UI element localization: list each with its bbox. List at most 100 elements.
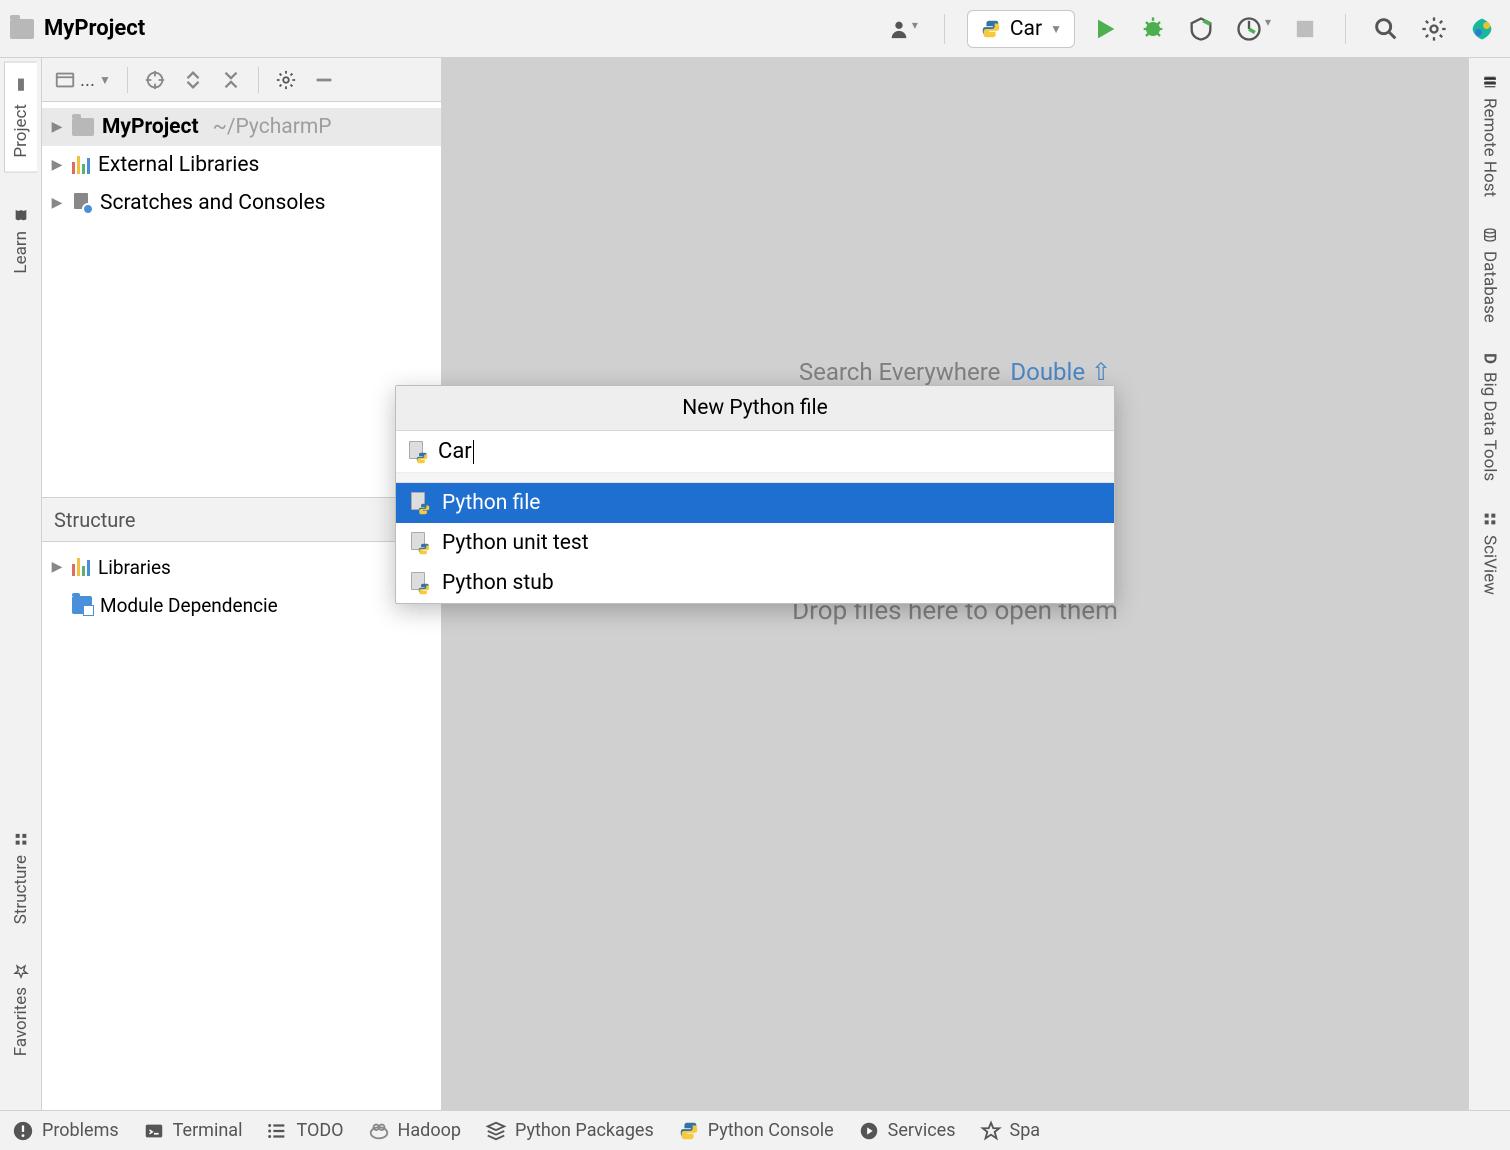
project-tab-label: Project: [11, 104, 31, 158]
profile-button[interactable]: ▾: [1231, 11, 1275, 47]
sciview-label: SciView: [1480, 535, 1500, 595]
python-file-icon: [408, 492, 430, 514]
tab-database[interactable]: Database: [1476, 221, 1504, 329]
tab-project[interactable]: Project ▮: [4, 62, 37, 173]
services-icon: [858, 1120, 880, 1142]
tab-todo[interactable]: TODO: [266, 1120, 343, 1142]
tree-root-item[interactable]: ▶ MyProject ~/PycharmP: [42, 108, 441, 146]
tree-scratches[interactable]: ▶ Scratches and Consoles: [42, 184, 441, 222]
dialog-option-python-stub[interactable]: Python stub: [396, 563, 1114, 603]
jetbrains-toolbox-button[interactable]: [1464, 11, 1500, 47]
right-tool-gutter: Remote Host Database D Big Data Tools Sc…: [1468, 58, 1510, 1110]
python-file-icon: [408, 572, 430, 594]
libraries-icon: [72, 558, 90, 576]
project-tree[interactable]: ▶ MyProject ~/PycharmP ▶ External Librar…: [42, 102, 441, 497]
module-icon: [72, 596, 92, 614]
dialog-title: New Python file: [396, 386, 1114, 431]
debug-button[interactable]: [1135, 11, 1171, 47]
python-file-icon: [406, 441, 428, 463]
with-me-button[interactable]: ▾: [884, 14, 922, 44]
structure-tree[interactable]: ▶ Libraries Module Dependencie: [42, 542, 441, 630]
tab-python-packages[interactable]: Python Packages: [485, 1120, 654, 1142]
hadoop-icon: [368, 1120, 390, 1142]
terminal-icon: [143, 1120, 165, 1142]
tab-terminal[interactable]: Terminal: [143, 1120, 243, 1142]
select-opened-file-button[interactable]: [140, 65, 170, 95]
big-data-prefix-icon: D: [1480, 353, 1500, 364]
packages-icon: [485, 1120, 507, 1142]
python-icon: [678, 1120, 700, 1142]
tab-python-console[interactable]: Python Console: [678, 1120, 834, 1142]
python-console-label: Python Console: [708, 1120, 834, 1141]
chevron-right-icon[interactable]: ▶: [50, 157, 64, 173]
list-icon: [266, 1120, 288, 1142]
chevron-right-icon[interactable]: ▶: [50, 119, 64, 135]
tab-hadoop[interactable]: Hadoop: [368, 1120, 461, 1142]
tab-problems[interactable]: Problems: [12, 1120, 119, 1142]
dialog-option-label: Python unit test: [442, 531, 589, 555]
tree-item-label: External Libraries: [98, 153, 259, 177]
remote-host-label: Remote Host: [1480, 98, 1500, 197]
run-config-selector[interactable]: Car ▼: [967, 10, 1075, 48]
structure-panel: Structure ▶ Libraries Module Dependencie: [42, 497, 441, 630]
hadoop-label: Hadoop: [398, 1120, 461, 1141]
structure-module-deps-item[interactable]: Module Dependencie: [42, 586, 441, 624]
text-caret: [473, 440, 474, 464]
folder-icon: [72, 118, 94, 136]
libraries-icon: [72, 156, 90, 174]
problems-icon: [12, 1120, 34, 1142]
search-everywhere-hint: Search Everywhere Double ⇧: [799, 358, 1111, 386]
project-view-selector[interactable]: ... ▼: [50, 64, 115, 95]
tab-learn[interactable]: Learn: [5, 193, 37, 288]
search-everywhere-button[interactable]: [1368, 11, 1404, 47]
structure-libraries-item[interactable]: ▶ Libraries: [42, 548, 441, 586]
learn-tab-label: Learn: [11, 231, 31, 274]
collapse-all-button[interactable]: [216, 65, 246, 95]
run-button[interactable]: [1087, 11, 1123, 47]
problems-label: Problems: [42, 1120, 119, 1141]
tab-remote-host[interactable]: Remote Host: [1476, 68, 1504, 203]
tab-sciview[interactable]: SciView: [1476, 505, 1504, 601]
spark-label: Spa: [1010, 1120, 1041, 1141]
chevron-right-icon[interactable]: ▶: [50, 195, 64, 211]
tree-external-libraries[interactable]: ▶ External Libraries: [42, 146, 441, 184]
dialog-option-label: Python stub: [442, 571, 554, 595]
breadcrumb-project[interactable]: MyProject: [44, 16, 145, 41]
tree-root-label: MyProject: [102, 115, 199, 139]
dialog-option-python-file[interactable]: Python file: [396, 483, 1114, 523]
structure-item-label: Libraries: [98, 556, 171, 579]
project-folder-icon: [10, 19, 34, 39]
hint-label: Search Everywhere: [799, 358, 1001, 386]
stop-button[interactable]: [1287, 11, 1323, 47]
dialog-option-python-unit-test[interactable]: Python unit test: [396, 523, 1114, 563]
python-file-icon: [408, 532, 430, 554]
tab-spark[interactable]: Spa: [980, 1120, 1041, 1142]
tab-services[interactable]: Services: [858, 1120, 956, 1142]
left-tool-gutter: Project ▮ Learn Structure Favorites: [0, 58, 42, 1110]
editor-area[interactable]: Search Everywhere Double ⇧ Drop files he…: [442, 58, 1468, 1110]
dialog-option-label: Python file: [442, 491, 540, 515]
chevron-right-icon[interactable]: ▶: [50, 559, 64, 575]
coverage-button[interactable]: [1183, 11, 1219, 47]
hide-panel-button[interactable]: [309, 65, 339, 95]
database-label: Database: [1480, 251, 1500, 323]
structure-tab-label: Structure: [11, 855, 31, 924]
run-config-label: Car: [1010, 17, 1042, 41]
scratches-icon: [72, 193, 92, 213]
panel-settings-button[interactable]: [271, 65, 301, 95]
expand-all-button[interactable]: [178, 65, 208, 95]
structure-icon: [13, 831, 29, 847]
tab-favorites[interactable]: Favorites: [5, 949, 37, 1070]
favorites-tab-label: Favorites: [11, 987, 31, 1056]
tab-structure[interactable]: Structure: [5, 817, 37, 938]
book-icon: [13, 207, 29, 223]
structure-item-label: Module Dependencie: [100, 594, 278, 617]
bottom-toolbar: Problems Terminal TODO Hadoop Python Pac…: [0, 1110, 1510, 1150]
settings-button[interactable]: [1416, 11, 1452, 47]
folder-icon: ▮: [12, 77, 31, 96]
sciview-icon: [1482, 511, 1498, 527]
terminal-label: Terminal: [173, 1120, 243, 1141]
side-panel: ... ▼ ▶ MyProject ~/PycharmP ▶ External …: [42, 58, 442, 1110]
tree-root-path: ~/PycharmP: [213, 115, 332, 139]
tab-big-data-tools[interactable]: D Big Data Tools: [1476, 347, 1504, 487]
